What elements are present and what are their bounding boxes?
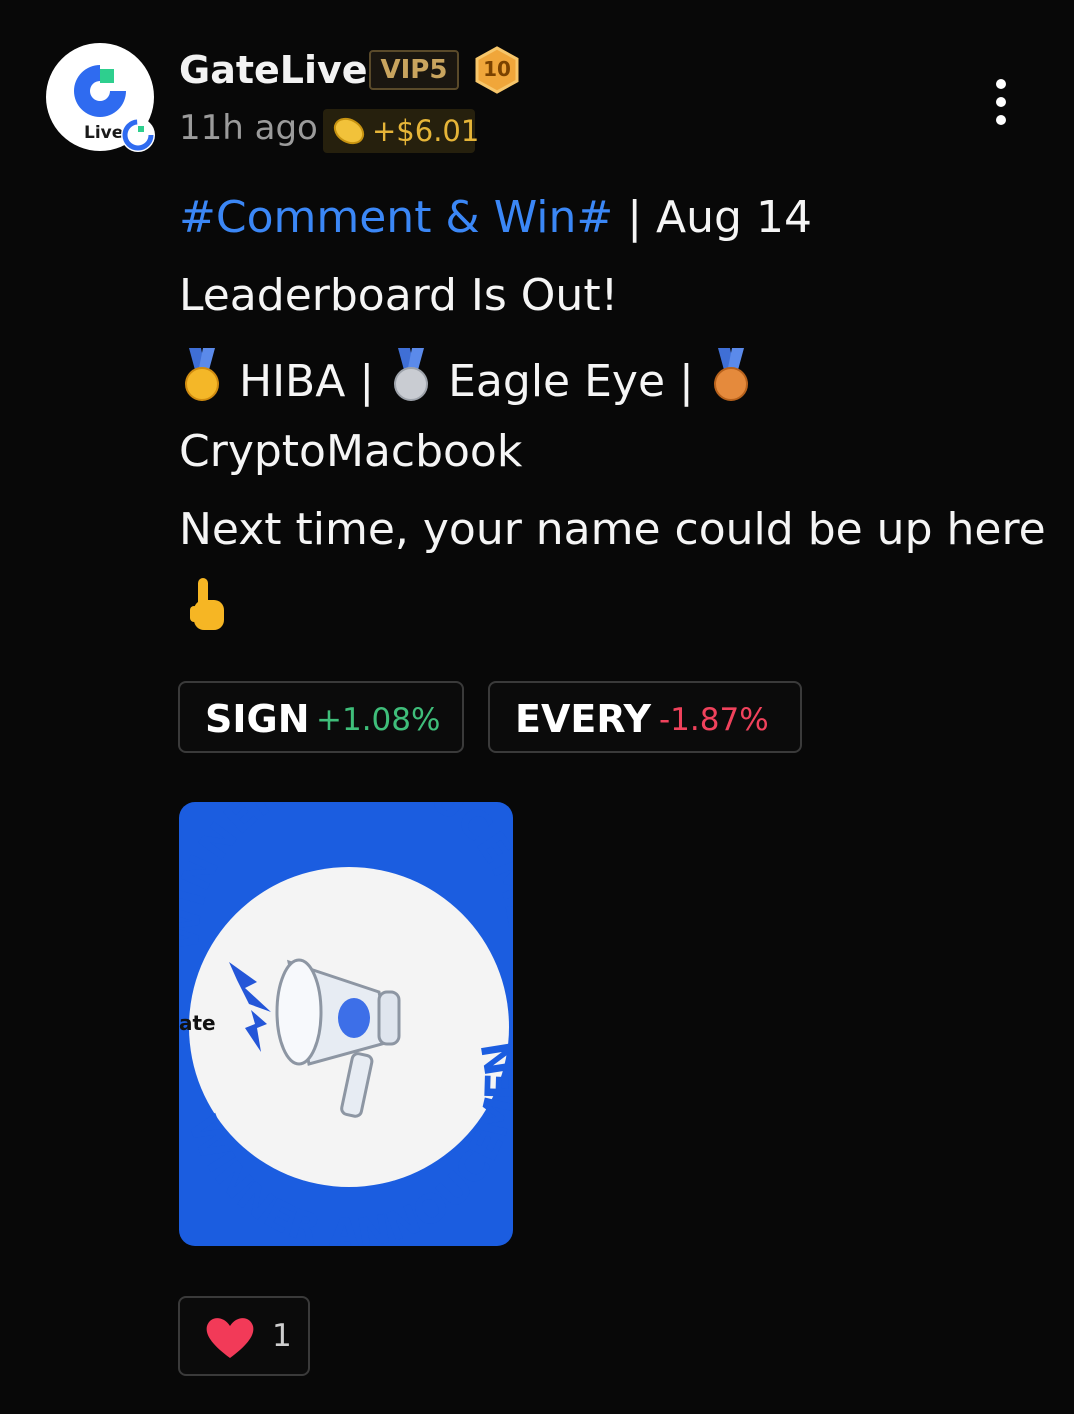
- coin-icon: [333, 117, 365, 145]
- avatar-live-label: Live: [84, 123, 124, 143]
- ticker-change: -1.87%: [659, 702, 769, 738]
- pointing-hand-icon: [190, 578, 224, 630]
- post-line-winners: HIBA | Eagle Eye |: [179, 348, 754, 407]
- post-line-leaderboard: Leaderboard Is Out!: [179, 270, 619, 321]
- like-button[interactable]: 1: [178, 1296, 310, 1376]
- heart-icon: [206, 1318, 254, 1358]
- level-number: 10: [483, 57, 511, 81]
- silver-medal-icon: [394, 348, 429, 401]
- image-side-text: ate: [179, 1011, 216, 1035]
- gold-medal-icon: [185, 348, 219, 401]
- live-indicator-icon: [121, 118, 155, 152]
- like-count: 1: [272, 1318, 292, 1354]
- reward-amount: +$6.01: [372, 114, 480, 148]
- post-time: 11h ago: [179, 108, 318, 148]
- post-image[interactable]: WINNER ANNOUCEMENT WINNER ANNOUCEMENT at…: [179, 802, 513, 1246]
- post-date: | Aug 14: [613, 192, 812, 243]
- vip-badge: VIP5: [369, 50, 459, 90]
- post-title: #Comment & Win# | Aug 14: [179, 192, 812, 243]
- winner-1: HIBA |: [225, 356, 389, 407]
- more-icon[interactable]: [993, 78, 1009, 126]
- ticker-symbol: SIGN: [205, 697, 310, 741]
- hashtag-link[interactable]: #Comment & Win#: [179, 192, 613, 243]
- ticker-every[interactable]: EVERY -1.87%: [488, 681, 802, 753]
- ticker-change: +1.08%: [316, 702, 441, 738]
- ticker-symbol: EVERY: [515, 697, 652, 741]
- bronze-medal-icon: [713, 348, 748, 401]
- winner-3: CryptoMacbook: [179, 426, 523, 477]
- author-name[interactable]: GateLive: [179, 48, 368, 92]
- post-line-cta: Next time, your name could be up here: [179, 504, 1046, 555]
- ticker-sign[interactable]: SIGN +1.08%: [178, 681, 464, 753]
- winner-2: Eagle Eye |: [434, 356, 708, 407]
